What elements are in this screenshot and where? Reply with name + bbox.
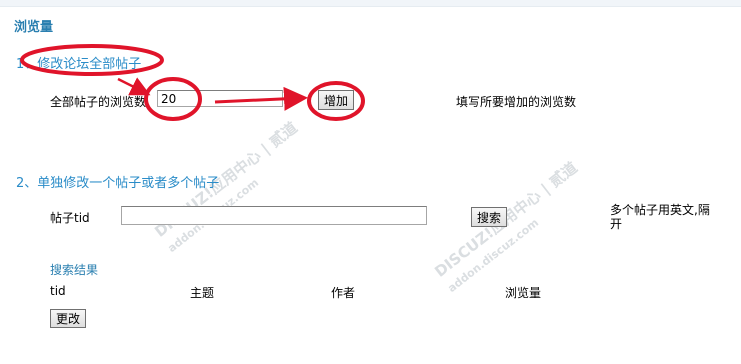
- search-button[interactable]: 搜索: [471, 207, 508, 227]
- update-button[interactable]: 更改: [50, 309, 87, 328]
- column-header-author: 作者: [331, 286, 356, 300]
- increase-button[interactable]: 增加: [318, 90, 355, 110]
- tid-input[interactable]: [121, 206, 427, 225]
- annotation-arrow-1: [117, 77, 151, 96]
- watermark-logo: DISCUZ!应用中心 | 贰道 addon.discuz.com: [430, 157, 592, 296]
- tid-hint-text: 多个帖子用英文,隔开: [610, 203, 710, 231]
- search-results-label: 搜索结果: [50, 263, 99, 277]
- increase-hint: 填写所要增加的浏览数: [456, 95, 577, 109]
- top-bar: [0, 0, 741, 7]
- column-header-tid: tid: [50, 284, 66, 298]
- page-title: 浏览量: [14, 20, 54, 35]
- total-views-label: 全部帖子的浏览数: [50, 95, 147, 109]
- section1-heading: 1、修改论坛全部帖子: [16, 57, 142, 72]
- column-header-views: 浏览量: [505, 286, 542, 300]
- column-header-subject: 主题: [190, 286, 215, 300]
- tid-label: 帖子tid: [50, 211, 90, 225]
- section2-heading: 2、单独修改一个帖子或者多个帖子: [16, 176, 220, 191]
- tid-hint: 多个帖子用英文,隔开: [610, 203, 720, 231]
- total-views-input[interactable]: [157, 90, 283, 107]
